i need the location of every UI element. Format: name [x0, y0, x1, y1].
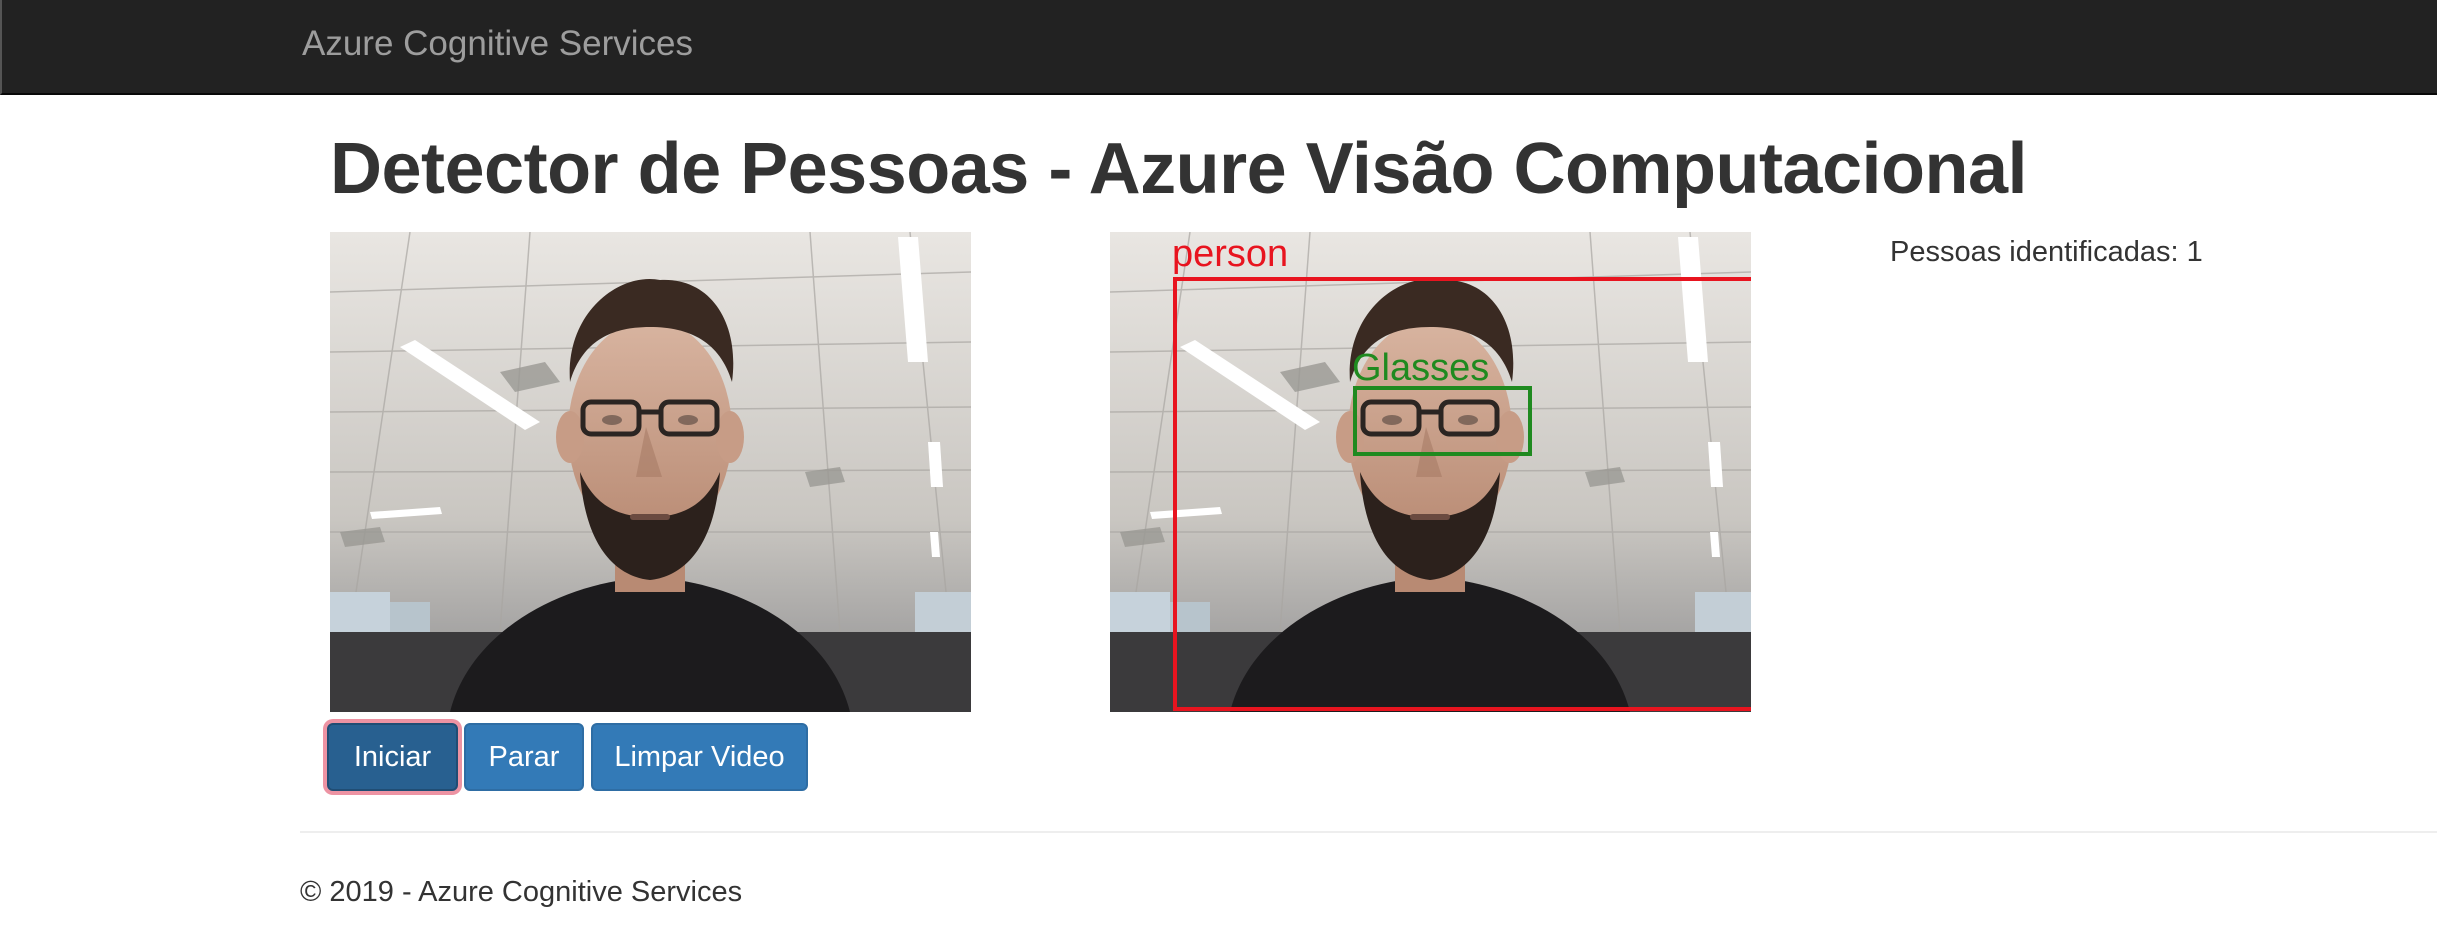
detection-canvas: person Glasses — [1110, 232, 1751, 712]
webcam-video — [330, 232, 971, 712]
person-detection-label: person — [1172, 233, 1288, 275]
footer-divider — [300, 831, 2437, 833]
people-count: Pessoas identificadas: 1 — [1890, 236, 2203, 268]
glasses-detection-label: Glasses — [1352, 347, 1489, 389]
footer-copyright: © 2019 - Azure Cognitive Services — [300, 876, 743, 908]
page-title: Detector de Pessoas - Azure Visão Comput… — [330, 129, 2028, 209]
stop-button[interactable]: Parar — [464, 723, 584, 791]
navbar-brand-link[interactable]: Azure Cognitive Services — [302, 0, 693, 95]
top-navbar: Azure Cognitive Services — [0, 0, 2437, 95]
clear-video-button[interactable]: Limpar Video — [591, 723, 808, 791]
start-button[interactable]: Iniciar — [327, 723, 458, 791]
